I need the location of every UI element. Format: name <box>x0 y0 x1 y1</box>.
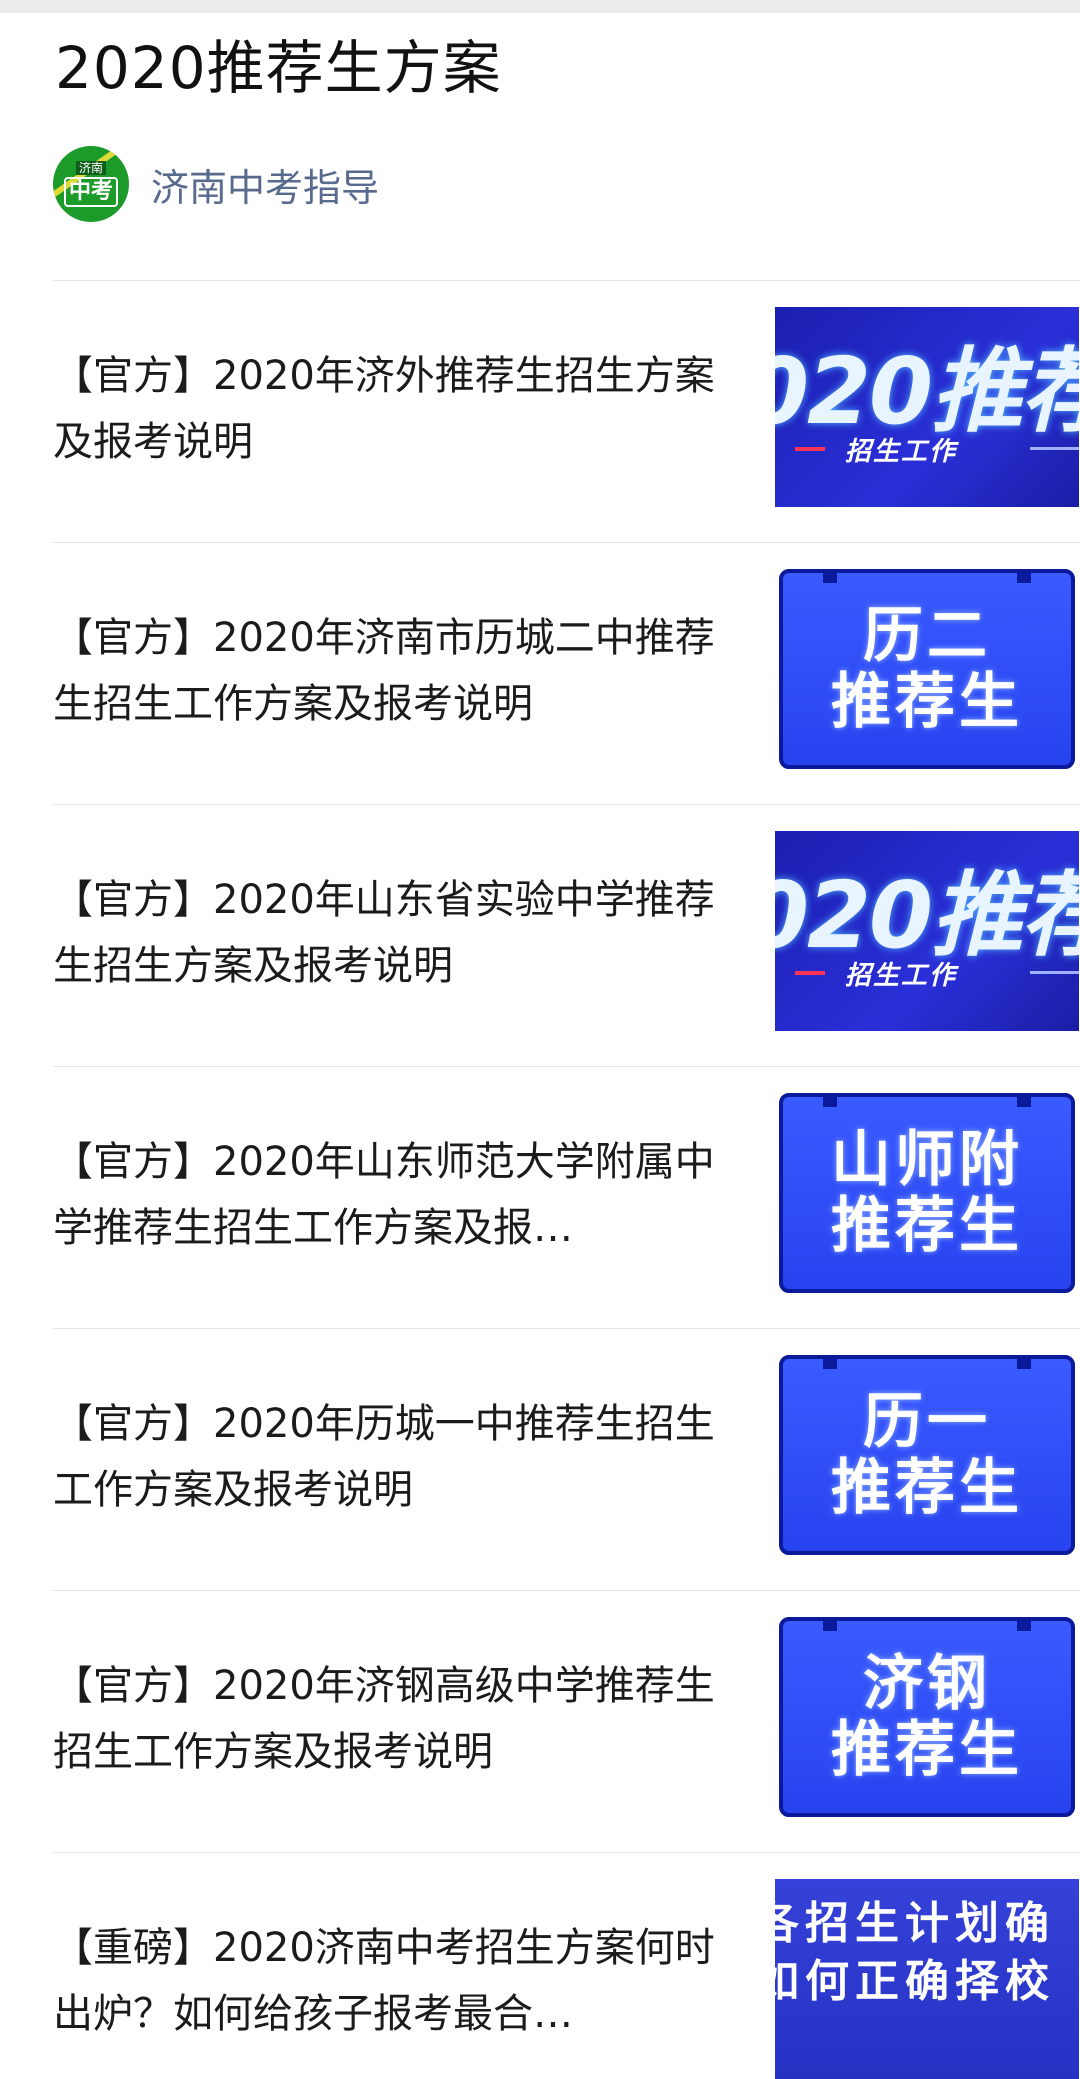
article-list: 【官方】2020年济外推荐生招生方案及报考说明 020推荐 招生工作 【官方】2… <box>53 280 1080 2079</box>
thumb-dash <box>795 971 825 975</box>
article-thumbnail[interactable]: 济钢 推荐生 <box>775 1617 1079 1817</box>
page-title: 2020推荐生方案 <box>55 34 502 102</box>
thumb-dash <box>795 447 825 451</box>
article-title[interactable]: 【重磅】2020济南中考招生方案何时出炉？如何给孩子报考最合… <box>53 1915 733 2047</box>
article-item[interactable]: 【官方】2020年历城一中推荐生招生工作方案及报考说明 历一 推荐生 <box>53 1328 1080 1590</box>
article-item[interactable]: 【官方】2020年山东师范大学附属中学推荐生招生工作方案及报… 山师附 推荐生 <box>53 1066 1080 1328</box>
thumb-sub-text: 招生工作 <box>845 437 958 467</box>
thumb-box: 山师附 推荐生 <box>779 1093 1075 1293</box>
article-thumbnail[interactable]: 历二 推荐生 <box>775 569 1079 769</box>
thumb-line-1: 济钢 <box>863 1649 991 1719</box>
avatar[interactable]: 济南 中考 <box>53 146 129 222</box>
article-thumbnail[interactable]: 020推荐 招生工作 <box>775 831 1079 1031</box>
article-title[interactable]: 【官方】2020年济外推荐生招生方案及报考说明 <box>53 343 733 475</box>
account-name[interactable]: 济南中考指导 <box>151 157 379 212</box>
article-title[interactable]: 【官方】2020年济钢高级中学推荐生招生工作方案及报考说明 <box>53 1653 733 1785</box>
thumb-dash <box>1030 447 1079 450</box>
top-status-strip <box>0 0 1080 13</box>
article-item[interactable]: 【官方】2020年山东省实验中学推荐生招生方案及报考说明 020推荐 招生工作 <box>53 804 1080 1066</box>
article-item[interactable]: 【官方】2020年济钢高级中学推荐生招生工作方案及报考说明 济钢 推荐生 <box>53 1590 1080 1852</box>
thumb-line-2: 推荐生 <box>831 1715 1023 1785</box>
article-title[interactable]: 【官方】2020年山东师范大学附属中学推荐生招生工作方案及报… <box>53 1129 733 1261</box>
thumb-line-1: 各招生计划确 <box>775 1898 1055 1949</box>
thumb-line-2: 如何正确择校 <box>775 1956 1055 2007</box>
article-item[interactable]: 【官方】2020年济南市历城二中推荐生招生工作方案及报考说明 历二 推荐生 <box>53 542 1080 804</box>
thumb-box: 济钢 推荐生 <box>779 1617 1075 1817</box>
article-title[interactable]: 【官方】2020年山东省实验中学推荐生招生方案及报考说明 <box>53 867 733 999</box>
avatar-label-small: 济南 <box>75 161 106 175</box>
account-header[interactable]: 济南 中考 济南中考指导 <box>53 146 379 222</box>
thumb-dash <box>1030 971 1079 974</box>
article-title[interactable]: 【官方】2020年济南市历城二中推荐生招生工作方案及报考说明 <box>53 605 733 737</box>
thumb-line-2: 推荐生 <box>831 1453 1023 1523</box>
article-thumbnail[interactable]: 山师附 推荐生 <box>775 1093 1079 1293</box>
article-thumbnail[interactable]: 各招生计划确 如何正确择校 <box>775 1879 1079 2079</box>
thumb-box: 历一 推荐生 <box>779 1355 1075 1555</box>
article-item[interactable]: 【官方】2020年济外推荐生招生方案及报考说明 020推荐 招生工作 <box>53 280 1080 542</box>
thumb-box: 历二 推荐生 <box>779 569 1075 769</box>
thumb-line-1: 历二 <box>863 601 991 671</box>
article-title[interactable]: 【官方】2020年历城一中推荐生招生工作方案及报考说明 <box>53 1391 733 1523</box>
thumb-line-1: 历一 <box>863 1387 991 1457</box>
thumb-line-1: 山师附 <box>831 1125 1023 1195</box>
thumb-sub-text: 招生工作 <box>845 961 958 991</box>
thumb-line-2: 推荐生 <box>831 667 1023 737</box>
thumb-line-2: 推荐生 <box>831 1191 1023 1261</box>
article-item[interactable]: 【重磅】2020济南中考招生方案何时出炉？如何给孩子报考最合… 各招生计划确 如… <box>53 1852 1080 2079</box>
article-thumbnail[interactable]: 020推荐 招生工作 <box>775 307 1079 507</box>
article-thumbnail[interactable]: 历一 推荐生 <box>775 1355 1079 1555</box>
avatar-label-big: 中考 <box>63 177 118 207</box>
